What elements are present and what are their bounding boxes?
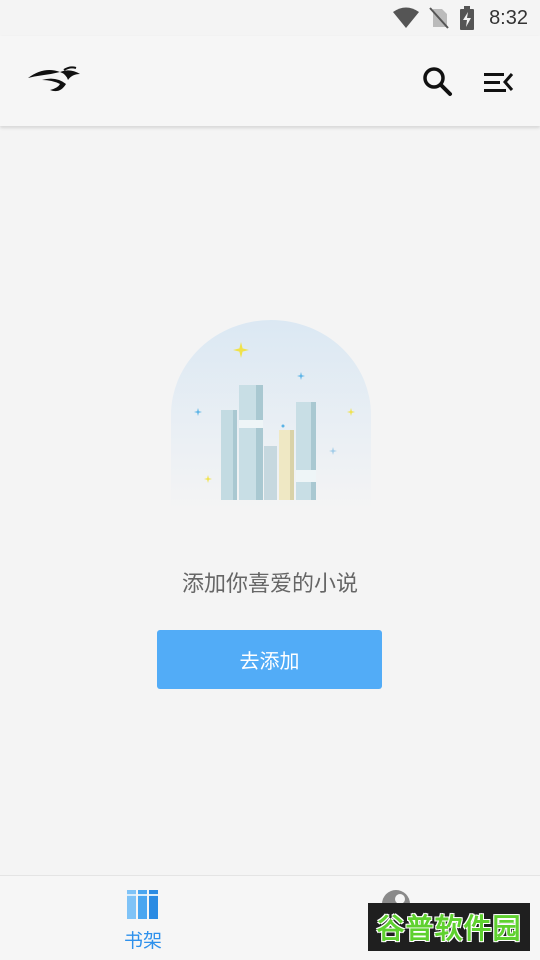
no-sim-icon — [429, 7, 449, 29]
empty-bookshelf-illustration — [171, 320, 371, 510]
bookshelf-icon — [127, 890, 158, 919]
nav-item-bookshelf[interactable]: 书架 — [73, 876, 213, 960]
search-icon[interactable] — [420, 64, 454, 98]
status-time: 8:32 — [489, 6, 528, 29]
add-novel-button[interactable]: 去添加 — [157, 630, 382, 689]
battery-charging-icon — [460, 6, 475, 30]
wifi-icon — [393, 7, 420, 28]
status-bar: 8:32 — [0, 0, 540, 36]
bird-logo[interactable] — [26, 66, 82, 98]
empty-state-message: 添加你喜爱的小说 — [181, 572, 358, 597]
nav-label-bookshelf: 书架 — [123, 930, 162, 952]
watermark-text: 谷普软件园 — [376, 912, 522, 945]
app-bar — [0, 36, 540, 126]
status-icons: 8:32 — [393, 4, 528, 32]
site-watermark: 谷普软件园 — [368, 903, 530, 951]
menu-collapse-icon[interactable] — [480, 66, 516, 98]
